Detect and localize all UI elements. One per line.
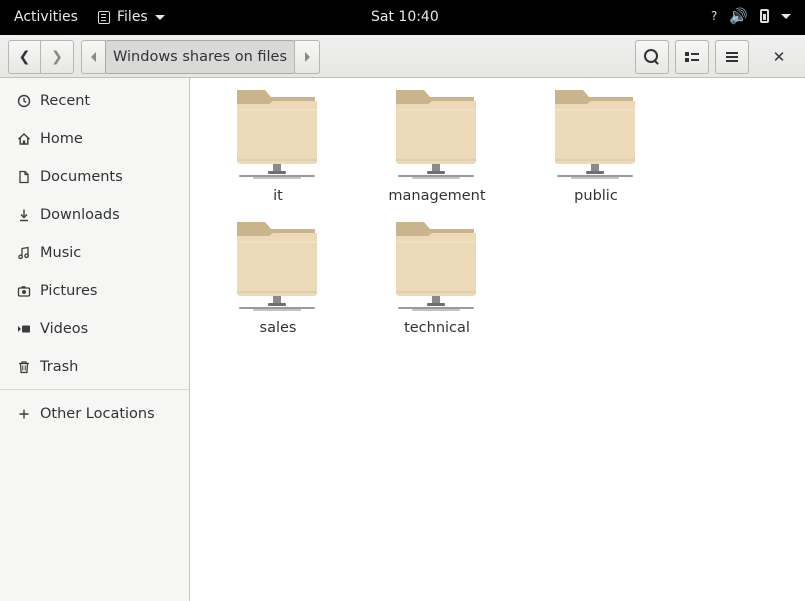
sidebar-item-label: Trash <box>40 359 79 375</box>
battery-icon <box>760 9 769 23</box>
app-menu[interactable]: Files <box>98 7 165 27</box>
triangle-right-icon <box>304 52 310 62</box>
system-status-area[interactable]: ? 🔊 <box>701 8 791 24</box>
network-folder-icon <box>396 90 476 179</box>
search-icon <box>644 49 658 63</box>
folder-label: it <box>273 188 283 204</box>
clock[interactable]: Sat 10:40 <box>371 9 439 25</box>
close-button[interactable]: ✕ <box>764 40 794 74</box>
music-icon <box>16 245 32 261</box>
network-folder-icon <box>237 90 317 179</box>
app-menu-label: Files <box>117 9 148 25</box>
home-icon <box>16 131 32 147</box>
document-icon <box>16 169 32 185</box>
view-toggle-button[interactable] <box>675 40 709 74</box>
video-icon <box>16 321 32 337</box>
download-icon <box>16 207 32 223</box>
breadcrumb[interactable]: Windows shares on files <box>105 40 295 74</box>
sidebar-item-videos[interactable]: Videos <box>0 310 189 348</box>
sidebar-item-downloads[interactable]: Downloads <box>0 196 189 234</box>
list-view-icon <box>685 52 699 62</box>
sidebar-item-label: Other Locations <box>40 406 155 422</box>
back-button[interactable]: ❮ <box>8 40 41 74</box>
sidebar: Recent Home Documents Downloads Music Pi… <box>0 78 190 601</box>
folder-label: sales <box>259 320 297 336</box>
breadcrumb-label: Windows shares on files <box>113 49 287 65</box>
file-view: it management public sales technical <box>191 78 805 601</box>
camera-icon <box>16 283 32 299</box>
files-app-icon <box>98 10 110 24</box>
sidebar-item-label: Videos <box>40 321 89 337</box>
folder-label: technical <box>404 320 470 336</box>
network-folder-icon <box>555 90 635 179</box>
network-folder-icon <box>396 222 476 311</box>
network-unknown-icon: ? <box>710 9 718 23</box>
folder-label: management <box>388 188 486 204</box>
path-scroll-left-button[interactable] <box>81 40 106 74</box>
triangle-left-icon <box>91 52 96 62</box>
chevron-left-icon: ❮ <box>18 49 31 65</box>
sidebar-item-label: Home <box>40 131 83 147</box>
sidebar-item-documents[interactable]: Documents <box>0 158 189 196</box>
chevron-right-icon: ❯ <box>51 49 63 65</box>
close-icon: ✕ <box>772 48 786 66</box>
folder-label: public <box>574 188 618 204</box>
chevron-down-icon <box>154 14 165 20</box>
volume-icon: 🔊 <box>729 7 748 25</box>
path-scroll-right-button[interactable] <box>294 40 320 74</box>
header-bar: ❮ ❯ Windows shares on files ✕ <box>0 35 805 78</box>
sidebar-item-label: Recent <box>40 93 91 109</box>
top-panel: Activities Files Sat 10:40 ? 🔊 <box>0 0 805 35</box>
sidebar-item-other-locations[interactable]: Other Locations <box>0 395 189 433</box>
menu-button[interactable] <box>715 40 749 74</box>
plus-icon <box>16 406 32 422</box>
search-button[interactable] <box>635 40 669 74</box>
system-menu-caret-icon <box>781 13 791 19</box>
sidebar-item-home[interactable]: Home <box>0 120 189 158</box>
hamburger-menu-icon <box>726 52 738 62</box>
sidebar-separator <box>0 389 189 390</box>
sidebar-item-trash[interactable]: Trash <box>0 348 189 386</box>
activities-button[interactable]: Activities <box>14 9 78 25</box>
clock-icon <box>16 93 32 109</box>
network-folder-icon <box>237 222 317 311</box>
sidebar-item-label: Documents <box>40 169 123 185</box>
sidebar-item-label: Downloads <box>40 207 120 223</box>
forward-button[interactable]: ❯ <box>40 40 74 74</box>
sidebar-item-label: Pictures <box>40 283 98 299</box>
sidebar-item-recent[interactable]: Recent <box>0 82 189 120</box>
sidebar-item-music[interactable]: Music <box>0 234 189 272</box>
sidebar-item-pictures[interactable]: Pictures <box>0 272 189 310</box>
sidebar-item-label: Music <box>40 245 82 261</box>
trash-icon <box>16 359 32 375</box>
